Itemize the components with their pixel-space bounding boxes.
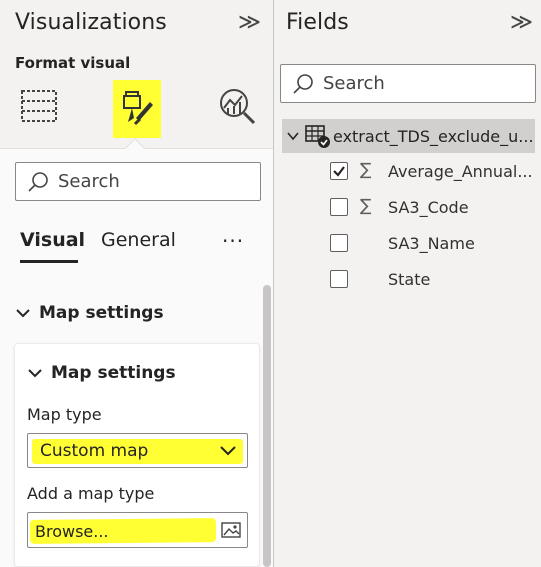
field-name: SA3_Name bbox=[388, 234, 475, 253]
chevron-down-icon bbox=[220, 446, 236, 456]
collapse-fields-icon[interactable]: ≫ bbox=[510, 10, 533, 35]
format-pane-scrollbar[interactable] bbox=[263, 285, 271, 567]
field-row[interactable]: ∑ SA3_Code bbox=[274, 189, 541, 225]
visualizations-title: Visualizations bbox=[15, 10, 167, 35]
map-settings-section-header[interactable]: Map settings bbox=[15, 303, 164, 323]
tab-visual-underline bbox=[20, 260, 78, 263]
map-settings-section-label: Map settings bbox=[39, 303, 164, 323]
tab-general[interactable]: General bbox=[101, 229, 176, 251]
map-type-label: Map type bbox=[27, 405, 102, 424]
search-icon bbox=[293, 73, 313, 94]
chevron-down-icon bbox=[287, 132, 299, 141]
sigma-icon: ∑ bbox=[360, 160, 372, 180]
field-row[interactable]: State bbox=[274, 261, 541, 297]
map-type-dropdown[interactable]: Custom map bbox=[27, 433, 248, 468]
fields-search-input[interactable] bbox=[323, 73, 535, 94]
field-checkbox-state[interactable] bbox=[330, 270, 348, 288]
tab-visual[interactable]: Visual bbox=[20, 229, 85, 251]
table-node[interactable]: extract_TDS_exclude_u... bbox=[282, 119, 535, 153]
field-row[interactable]: ∑ Average_Annual... bbox=[274, 153, 541, 189]
field-name: State bbox=[388, 270, 431, 289]
checkmark-icon bbox=[333, 166, 345, 177]
image-icon bbox=[221, 522, 241, 538]
map-settings-card-header[interactable]: Map settings bbox=[27, 363, 176, 383]
field-checkbox-average-annual[interactable] bbox=[330, 162, 348, 180]
chevron-down-icon bbox=[16, 309, 30, 318]
format-visual-label: Format visual bbox=[15, 54, 131, 72]
format-search-input[interactable] bbox=[58, 171, 260, 192]
field-row[interactable]: SA3_Name bbox=[274, 225, 541, 261]
browse-map-button[interactable]: Browse... bbox=[27, 512, 248, 548]
fields-search-box[interactable] bbox=[280, 64, 536, 103]
collapse-visualizations-icon[interactable]: ≫ bbox=[238, 10, 261, 35]
field-name: SA3_Code bbox=[388, 198, 469, 217]
table-name: extract_TDS_exclude_u... bbox=[333, 126, 534, 146]
field-checkbox-sa3-name[interactable] bbox=[330, 234, 348, 252]
format-search-box[interactable] bbox=[15, 162, 261, 201]
visualizations-pane: Visualizations ≫ Format visual Search Vi… bbox=[0, 0, 273, 567]
table-icon bbox=[305, 125, 330, 148]
add-map-type-label: Add a map type bbox=[27, 484, 155, 503]
map-type-value: Custom map bbox=[40, 441, 149, 461]
format-visual-icon[interactable] bbox=[118, 88, 156, 128]
fields-pane: Fields ≫ extract_TDS_exclude_u... bbox=[274, 0, 541, 567]
build-visual-icon[interactable] bbox=[20, 86, 60, 126]
search-icon bbox=[28, 171, 48, 192]
field-checkbox-sa3-code[interactable] bbox=[330, 198, 348, 216]
browse-label: Browse... bbox=[35, 522, 109, 541]
fields-title: Fields bbox=[286, 10, 349, 35]
chevron-down-icon bbox=[28, 369, 42, 378]
more-options-icon[interactable]: ··· bbox=[222, 229, 244, 253]
sigma-icon: ∑ bbox=[360, 196, 372, 216]
field-name: Average_Annual... bbox=[388, 162, 533, 181]
map-settings-card-label: Map settings bbox=[51, 363, 176, 383]
analytics-icon[interactable] bbox=[217, 86, 259, 126]
